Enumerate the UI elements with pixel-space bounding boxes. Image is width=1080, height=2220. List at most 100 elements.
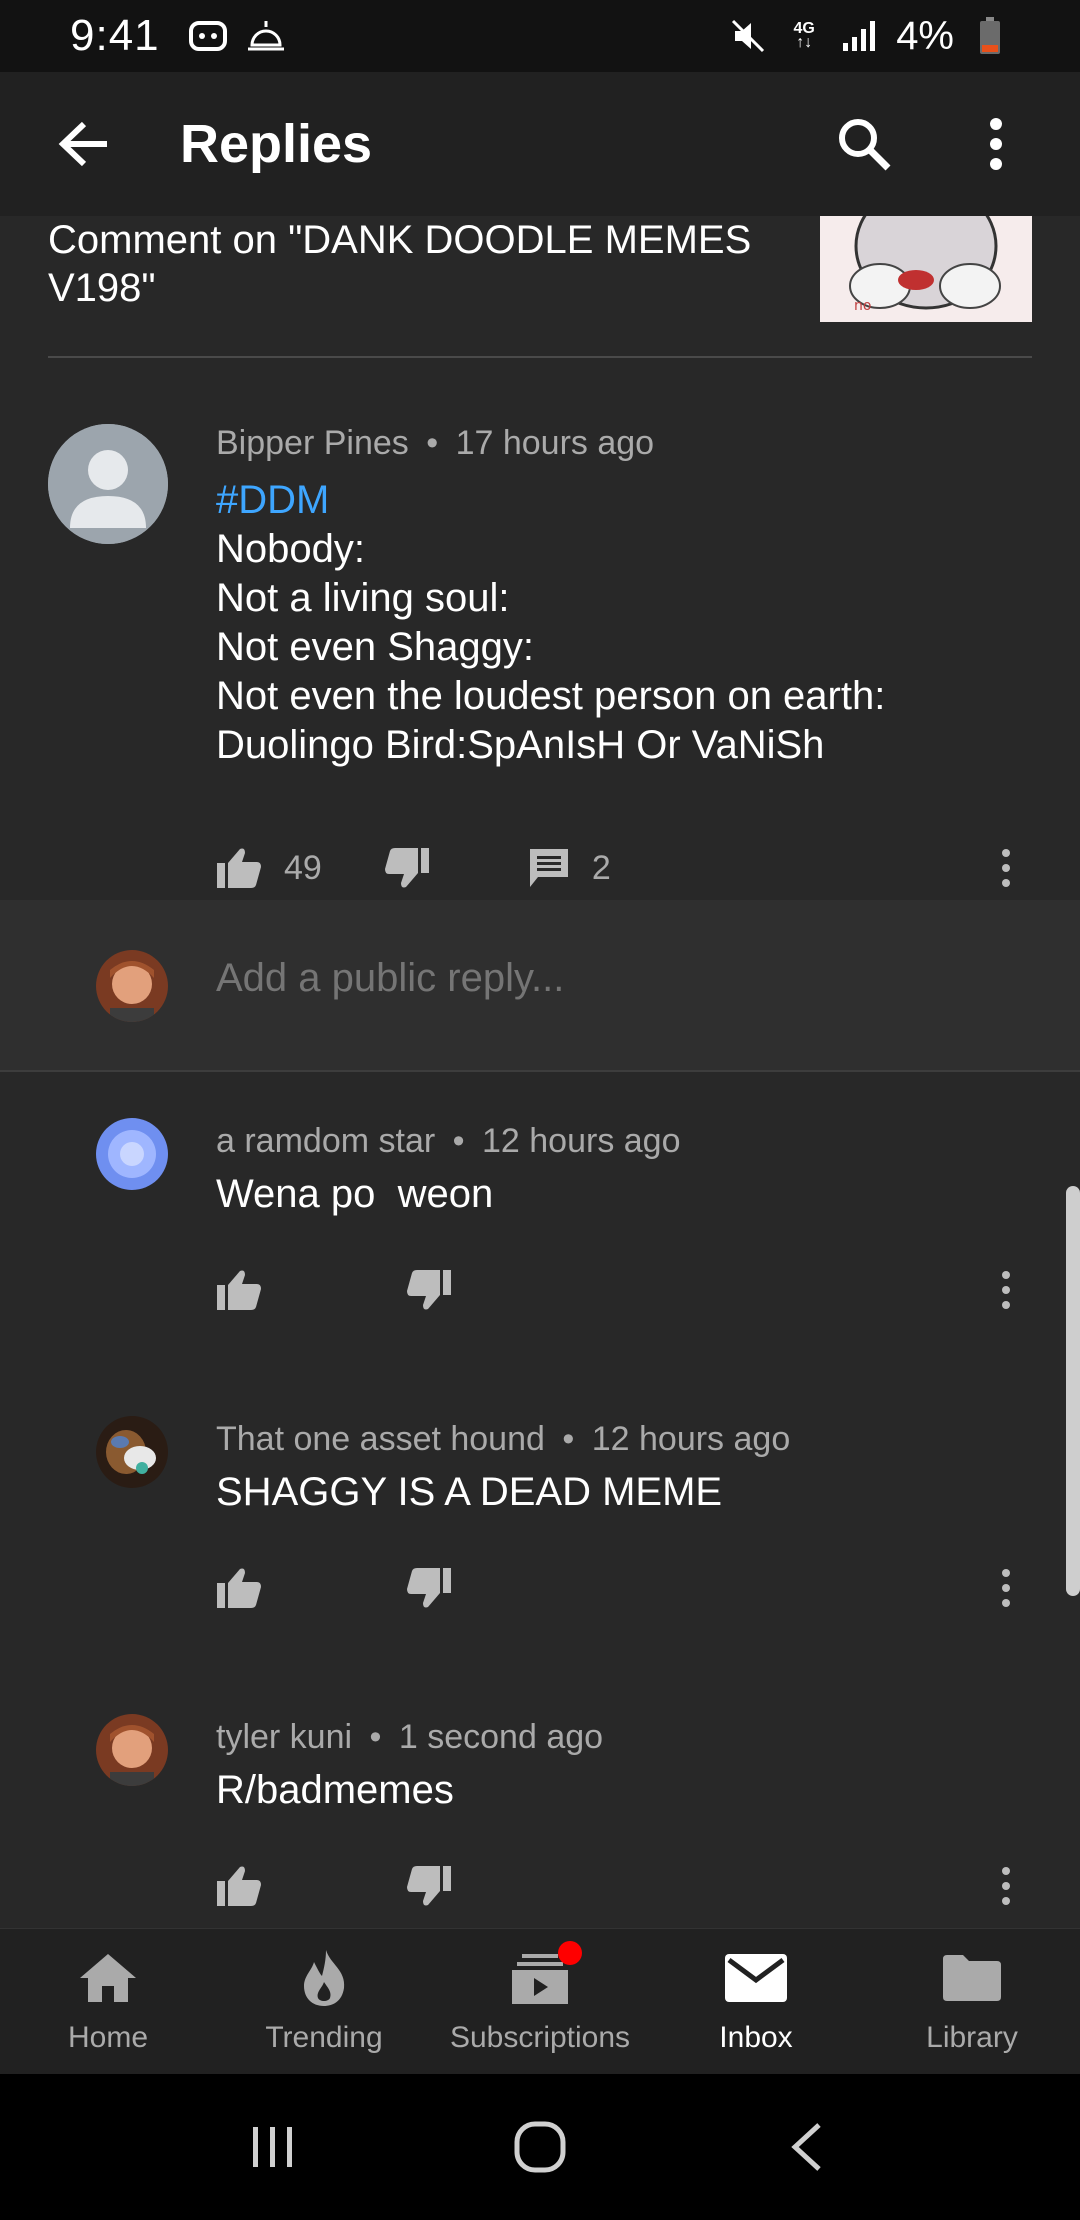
comment-actions: 49 2	[216, 838, 1056, 898]
thumb-down-icon	[407, 1866, 451, 1906]
reply-age: 12 hours ago	[482, 1122, 681, 1160]
avatar	[96, 950, 168, 1022]
weather-icon	[246, 16, 286, 56]
status-bar: 9:41 4G ↑↓ 4%	[0, 0, 1080, 72]
meta-separator: •	[452, 1122, 465, 1160]
replies-content[interactable]: Comment on "DANK DOODLE MEMES V198" no B…	[0, 216, 1080, 1928]
reply-meta: tyler kuni • 1 second ago	[216, 1718, 603, 1757]
nav-inbox[interactable]: Inbox	[648, 1929, 864, 2074]
scrollbar[interactable]	[1066, 1186, 1080, 1596]
mail-icon	[724, 1949, 788, 2007]
search-button[interactable]	[828, 108, 900, 180]
folder-icon	[940, 1949, 1004, 2007]
comment-line: Duolingo Bird:SpAnIsH Or VaNiSh	[216, 723, 825, 767]
avatar[interactable]	[96, 1416, 168, 1488]
reply-more-button[interactable]	[986, 1866, 1026, 1906]
star-avatar-image	[96, 1118, 168, 1190]
arrow-back-icon	[58, 121, 107, 167]
reply-item: a ramdom star • 12 hours ago Wena po weo…	[0, 1072, 1080, 1370]
like-button[interactable]: 49	[216, 847, 322, 889]
reply-input[interactable]	[216, 956, 1016, 1001]
reply-more-button[interactable]	[986, 1568, 1026, 1608]
thumb-up-icon	[217, 848, 261, 888]
reply-more-button[interactable]	[986, 1270, 1026, 1310]
reply-actions	[216, 1856, 1056, 1916]
home-circle-icon	[514, 2121, 566, 2173]
nav-label: Subscriptions	[449, 2020, 631, 2054]
subscriptions-icon	[508, 1940, 582, 2007]
reply-count: 2	[591, 848, 611, 887]
reply-item: That one asset hound • 12 hours ago SHAG…	[0, 1370, 1080, 1668]
reply-text: Wena po weon	[216, 1172, 494, 1216]
avatar[interactable]	[48, 424, 168, 544]
divider	[48, 356, 1032, 358]
dislike-button[interactable]	[406, 1567, 452, 1609]
more-vert-icon	[1002, 1271, 1010, 1309]
like-button[interactable]	[216, 1269, 262, 1311]
like-button[interactable]	[216, 1567, 262, 1609]
avatar[interactable]	[96, 1118, 168, 1190]
nav-library[interactable]: Library	[864, 1929, 1080, 2074]
more-options-button[interactable]	[960, 108, 1032, 180]
nav-subscriptions[interactable]: Subscriptions	[432, 1929, 648, 2074]
system-back-button[interactable]	[767, 2107, 847, 2187]
avatar[interactable]	[96, 1714, 168, 1786]
battery-low-icon	[970, 16, 1010, 56]
dislike-button[interactable]	[384, 847, 430, 889]
nav-home[interactable]: Home	[0, 1929, 216, 2074]
thumb-down-icon	[407, 1270, 451, 1310]
lte-data-icon: 4G ↑↓	[793, 20, 815, 51]
mute-icon	[728, 16, 768, 56]
search-icon	[839, 119, 891, 171]
reply-age: 1 second ago	[398, 1718, 604, 1756]
notification-dot	[558, 1940, 582, 1965]
comment-more-button[interactable]	[986, 848, 1026, 888]
comment-icon	[529, 849, 568, 887]
thumb-up-icon	[217, 1270, 261, 1310]
more-vert-icon	[1002, 1569, 1010, 1607]
default-avatar-icon	[48, 424, 168, 544]
more-vert-icon	[1002, 849, 1010, 887]
reply-author[interactable]: tyler kuni	[216, 1718, 352, 1756]
nav-trending[interactable]: Trending	[216, 1929, 432, 2074]
thumb-up-icon	[217, 1866, 261, 1906]
bugs-bunny-thumbnail-image: no	[820, 216, 1032, 322]
reply-author[interactable]: That one asset hound	[216, 1420, 545, 1458]
flame-icon	[292, 1949, 356, 2007]
reply-age: 12 hours ago	[591, 1420, 791, 1458]
like-button[interactable]	[216, 1865, 262, 1907]
recents-button[interactable]	[233, 2107, 313, 2187]
app-bar: Replies	[0, 72, 1080, 216]
reply-button[interactable]: 2	[528, 847, 611, 889]
battery-percent: 4%	[896, 13, 954, 58]
reply-author[interactable]: a ramdom star	[216, 1122, 435, 1160]
hashtag-link[interactable]: #DDM	[216, 476, 885, 525]
dislike-button[interactable]	[406, 1865, 452, 1907]
more-vert-icon	[990, 118, 1002, 170]
reply-actions	[216, 1558, 1056, 1618]
comment-line: Nobody:	[216, 527, 365, 571]
page-title: Replies	[180, 114, 373, 174]
user-avatar-image	[96, 1714, 168, 1786]
thumb-down-icon	[407, 1568, 451, 1608]
comment-line: Not even the loudest person on earth:	[216, 674, 886, 718]
app-notification-icon	[188, 16, 228, 56]
reply-item: tyler kuni • 1 second ago R/badmemes	[0, 1668, 1080, 1928]
dislike-button[interactable]	[406, 1269, 452, 1311]
back-button[interactable]	[48, 108, 120, 180]
more-vert-icon	[1002, 1867, 1010, 1905]
comment-author[interactable]: Bipper Pines	[216, 424, 409, 462]
reply-actions	[216, 1260, 1056, 1320]
signal-icon	[840, 16, 880, 56]
comment-meta: Bipper Pines • 17 hours ago	[216, 424, 654, 463]
video-reference[interactable]: Comment on "DANK DOODLE MEMES V198" no	[0, 216, 1080, 376]
recents-icon	[253, 2127, 293, 2167]
home-button[interactable]	[500, 2107, 580, 2187]
video-thumbnail[interactable]: no	[820, 216, 1032, 322]
bottom-navigation: Home Trending Subscriptions Inbox Librar…	[0, 1928, 1080, 2074]
chevron-left-icon	[790, 2123, 821, 2171]
thumb-down-icon	[384, 848, 429, 888]
home-icon	[76, 1949, 140, 2007]
main-comment: Bipper Pines • 17 hours ago #DDM Nobody:…	[0, 366, 1080, 900]
nav-label: Library	[926, 2020, 1018, 2054]
